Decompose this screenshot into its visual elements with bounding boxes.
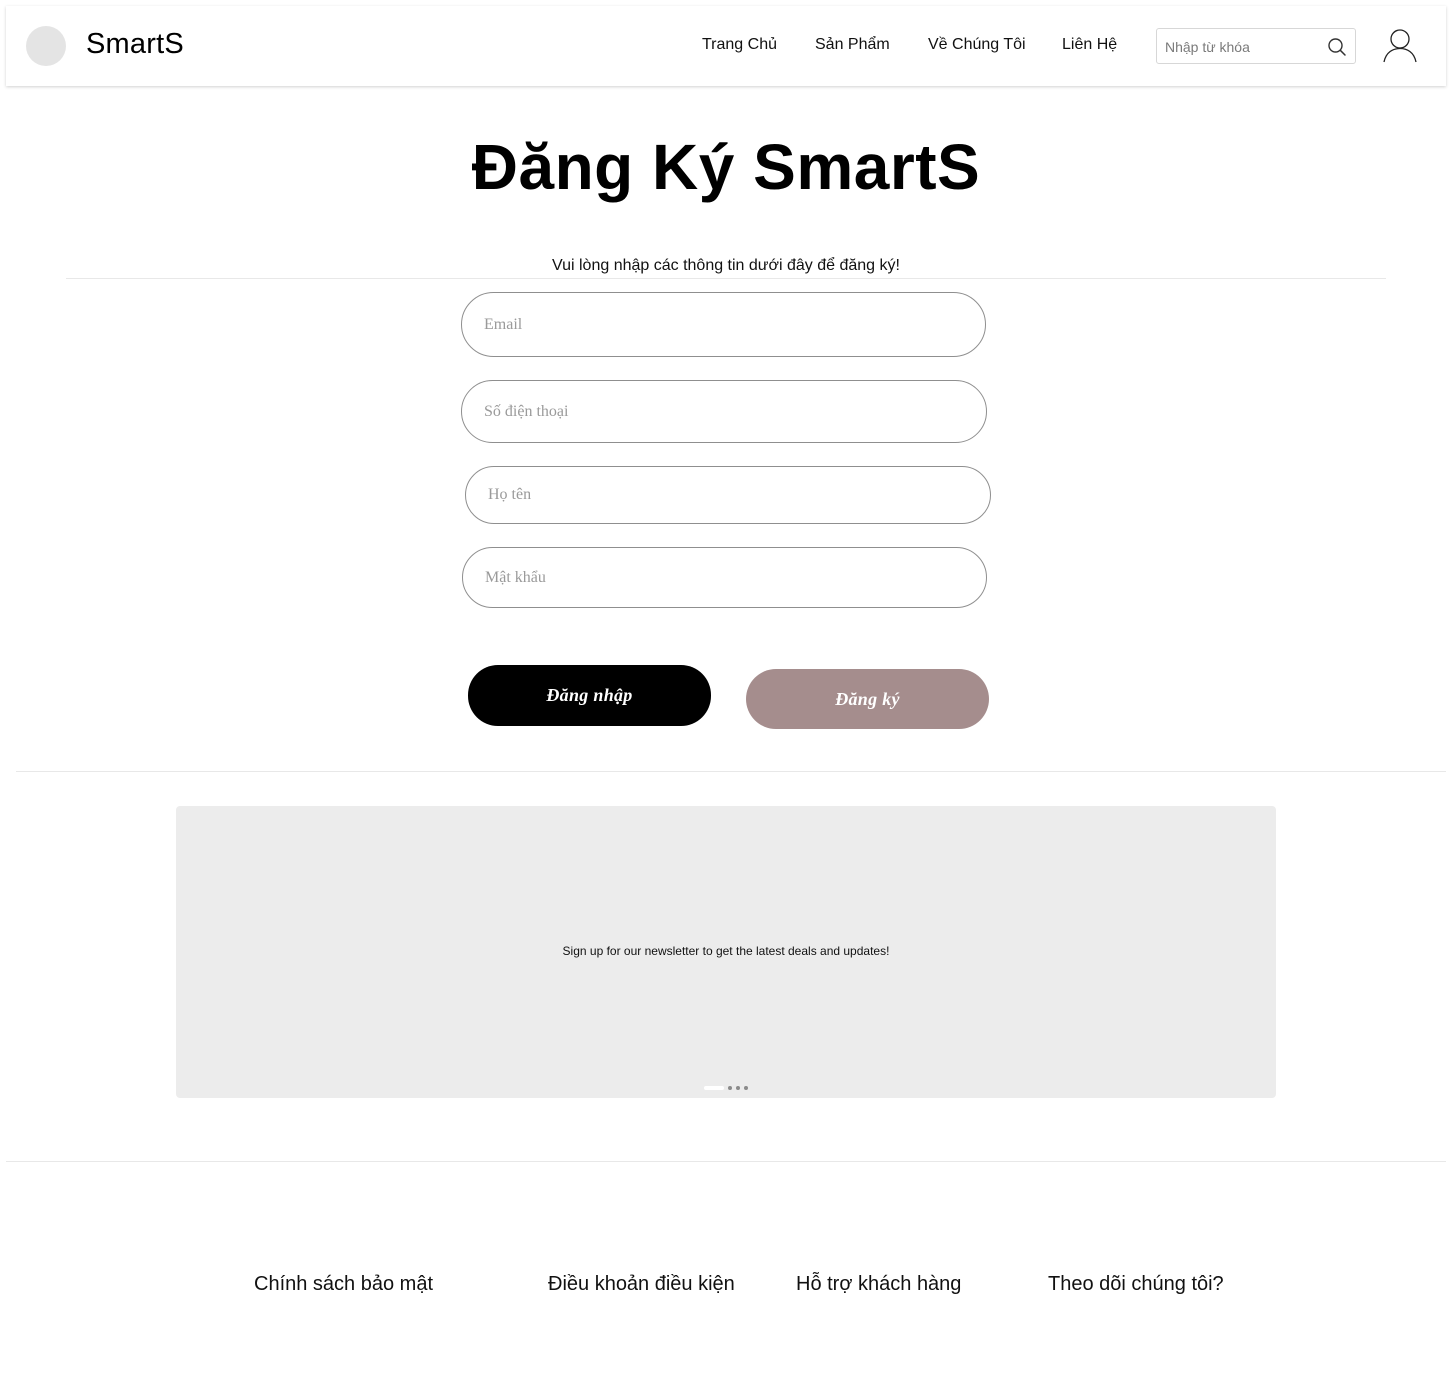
- user-account-icon[interactable]: [1382, 28, 1418, 64]
- nav-contact[interactable]: Liên Hệ: [1062, 36, 1117, 54]
- email-field-wrapper: [461, 292, 986, 357]
- phone-field[interactable]: [482, 381, 966, 442]
- footer-follow-us[interactable]: Theo dõi chúng tôi?: [1048, 1273, 1224, 1296]
- carousel-dot[interactable]: [736, 1086, 740, 1090]
- divider: [6, 1161, 1446, 1162]
- search-icon[interactable]: [1327, 37, 1347, 57]
- login-button[interactable]: Đăng nhập: [468, 665, 711, 726]
- brand-name[interactable]: SmartS: [86, 28, 184, 61]
- footer-terms[interactable]: Điều khoản điều kiện: [548, 1273, 735, 1296]
- nav-about[interactable]: Về Chúng Tôi: [928, 36, 1026, 54]
- carousel-dot-active[interactable]: [704, 1086, 724, 1090]
- phone-field-wrapper: [461, 380, 987, 443]
- search-box: [1156, 28, 1356, 64]
- newsletter-banner[interactable]: Sign up for our newsletter to get the la…: [176, 806, 1276, 1098]
- divider: [16, 771, 1446, 772]
- carousel-dot[interactable]: [744, 1086, 748, 1090]
- password-field-wrapper: [462, 547, 987, 608]
- divider: [66, 278, 1386, 279]
- register-button[interactable]: Đăng ký: [746, 669, 989, 729]
- name-field-wrapper: [465, 466, 991, 524]
- page-title: Đăng Ký SmartS: [471, 131, 981, 203]
- page-subtitle: Vui lòng nhập các thông tin dưới đây để …: [552, 257, 900, 274]
- carousel-dot[interactable]: [728, 1086, 732, 1090]
- footer-privacy-policy[interactable]: Chính sách bảo mật: [254, 1273, 433, 1296]
- banner-text: Sign up for our newsletter to get the la…: [562, 944, 890, 958]
- logo-placeholder[interactable]: [26, 26, 66, 66]
- nav-products[interactable]: Sản Phẩm: [815, 36, 890, 54]
- search-input[interactable]: [1163, 36, 1317, 58]
- email-field[interactable]: [482, 293, 965, 356]
- nav-home[interactable]: Trang Chủ: [702, 36, 777, 54]
- footer-support[interactable]: Hỗ trợ khách hàng: [796, 1273, 961, 1296]
- name-field[interactable]: [486, 467, 970, 523]
- password-field[interactable]: [483, 548, 966, 607]
- top-navbar: SmartS Trang Chủ Sản Phẩm Về Chúng Tôi L…: [6, 6, 1446, 86]
